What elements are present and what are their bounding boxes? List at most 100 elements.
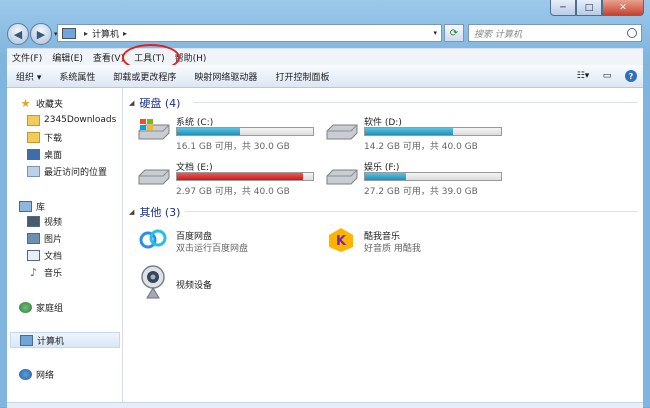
nav-item-downloads[interactable]: 下载 [27,129,62,145]
capacity-bar [364,172,502,181]
nav-item-videos[interactable]: 视频 [27,213,62,229]
open-control-panel-button[interactable]: 打开控制面板 [266,70,338,83]
navigation-pane: ★ 收藏夹 2345Downloads 下载 桌面 最近访问的位置 库 视频 图… [7,88,123,407]
preview-pane-icon[interactable]: ▭ [600,69,614,83]
system-properties-button[interactable]: 系统属性 [50,70,104,83]
arrow-right-icon: ▶ [36,27,46,41]
computer-icon [20,334,33,346]
drive-c[interactable]: 系统 (C:) 16.1 GB 可用，共 30.0 GB [137,115,327,152]
help-button[interactable]: ? [624,69,638,83]
nav-label: 音乐 [44,268,63,279]
nav-item-music[interactable]: ♪ 音乐 [27,264,62,280]
nav-libraries[interactable]: 库 [19,198,45,214]
section-divider [185,211,638,212]
forward-button[interactable]: ▶ [30,23,52,45]
nav-item-recent-places[interactable]: 最近访问的位置 [27,163,107,179]
nav-label: 收藏夹 [36,99,64,110]
capacity-bar [176,172,314,181]
minimize-button[interactable]: ─ [550,0,576,16]
baidu-netdisk-icon [139,229,167,249]
explorer-window: ─ □ ✕ ◀ ▶ ▾ ▸ 计算机 ▸ ▾ ⟳ 搜索 计算机 文件(F) 编辑(… [0,0,650,408]
picture-library-icon [27,232,40,244]
system-drive-icon [138,119,170,140]
desktop-icon [27,148,40,160]
item-baidu-netdisk[interactable]: 百度网盘 双击运行百度网盘 [137,225,317,257]
music-note-icon: ♪ [29,265,38,279]
section-title: 其他 (3) [139,206,181,219]
library-icon [19,200,32,212]
capacity-fill [365,128,453,135]
item-name: 视频设备 [176,281,213,291]
refresh-button[interactable]: ⟳ [444,24,464,42]
maximize-button[interactable]: □ [576,0,602,16]
nav-item-documents[interactable]: 文档 [27,247,62,263]
search-placeholder: 搜索 计算机 [474,29,522,40]
hard-drive-icon [326,124,358,140]
capacity-fill [177,173,303,180]
nav-item-pictures[interactable]: 图片 [27,230,62,246]
uninstall-program-button[interactable]: 卸载或更改程序 [104,70,185,83]
refresh-icon: ⟳ [449,27,459,39]
video-library-icon [27,215,40,227]
item-subtitle: 双击运行百度网盘 [176,244,249,254]
capacity-fill [177,128,240,135]
nav-label: 文档 [44,251,63,262]
capacity-fill [365,173,406,180]
section-title: 硬盘 (4) [139,97,181,110]
close-button[interactable]: ✕ [602,0,644,16]
section-header-drives[interactable]: ◢ 硬盘 (4) [129,95,180,111]
arrow-left-icon: ◀ [13,27,23,41]
content-pane: ◢ 硬盘 (4) 系统 (C:) 16.1 GB 可用，共 30.0 GB 软件… [123,88,643,407]
nav-favorites[interactable]: ★ 收藏夹 [19,95,63,111]
drive-e[interactable]: 文档 (E:) 2.97 GB 可用，共 40.0 GB [137,160,327,197]
back-button[interactable]: ◀ [7,23,29,45]
collapse-icon: ◢ [129,99,135,107]
address-dropdown-icon[interactable]: ▾ [433,29,437,37]
view-options-icon[interactable]: ☷▾ [576,69,590,83]
network-icon [19,368,32,380]
nav-item-2345downloads[interactable]: 2345Downloads [27,112,116,128]
nav-homegroup[interactable]: 家庭组 [19,299,63,315]
drive-info: 16.1 GB 可用，共 30.0 GB [176,142,290,152]
nav-label: 库 [36,202,46,213]
menu-file[interactable]: 文件(F) [7,51,47,64]
nav-label: 家庭组 [36,303,64,314]
view-controls: ☷▾ ▭ ? [571,69,643,83]
map-network-drive-button[interactable]: 映射网络驱动器 [185,70,266,83]
download-folder-icon [27,131,40,143]
section-header-others[interactable]: ◢ 其他 (3) [129,204,180,220]
nav-label: 视频 [44,217,63,228]
breadcrumb-computer[interactable]: 计算机 [92,27,119,40]
star-icon: ★ [20,96,31,110]
drive-info: 14.2 GB 可用，共 40.0 GB [364,142,478,152]
item-kuwo-music[interactable]: K 酷我音乐 好音质 用酷我 [325,225,505,257]
drive-info: 27.2 GB 可用，共 39.0 GB [364,187,478,197]
menu-edit[interactable]: 编辑(E) [47,51,88,64]
nav-label: 最近访问的位置 [44,167,108,178]
organize-button[interactable]: 组织 ▾ [7,70,50,83]
nav-computer[interactable]: 计算机 [10,332,120,348]
nav-label: 2345Downloads [44,115,117,125]
menu-bar: 文件(F) 编辑(E) 查看(V) 工具(T) 帮助(H) [7,48,643,66]
command-bar: 组织 ▾ 系统属性 卸载或更改程序 映射网络驱动器 打开控制面板 ☷▾ ▭ ? [7,65,643,88]
svg-text:K: K [336,234,347,249]
item-video-device[interactable]: 视频设备 [137,264,317,302]
search-input[interactable]: 搜索 计算机 [468,24,642,42]
item-subtitle: 好音质 用酷我 [364,244,421,254]
drive-info: 2.97 GB 可用，共 40.0 GB [176,187,290,197]
kuwo-music-icon: K [329,228,353,252]
section-divider [193,102,638,103]
computer-icon [62,27,76,39]
nav-item-desktop[interactable]: 桌面 [27,146,62,162]
address-bar[interactable]: ▸ 计算机 ▸ ▾ [57,24,442,42]
drive-f[interactable]: 娱乐 (F:) 27.2 GB 可用，共 39.0 GB [325,160,515,197]
breadcrumb-separator[interactable]: ▸ [84,29,88,38]
help-icon: ? [625,70,637,82]
breadcrumb-separator[interactable]: ▸ [123,29,127,38]
hard-drive-icon [138,169,170,185]
nav-label: 网络 [36,370,55,381]
drive-d[interactable]: 软件 (D:) 14.2 GB 可用，共 40.0 GB [325,115,515,152]
nav-network[interactable]: 网络 [19,366,54,382]
document-library-icon [27,249,40,261]
capacity-bar [364,127,502,136]
